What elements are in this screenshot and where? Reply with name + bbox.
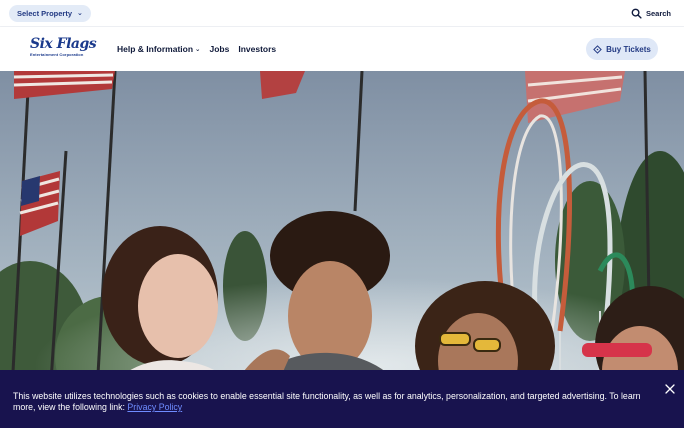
- close-icon[interactable]: [664, 383, 676, 395]
- nav-help-information[interactable]: Help & Information ⌄: [117, 44, 200, 54]
- cookie-message-text: This website utilizes technologies such …: [13, 391, 641, 412]
- cookie-message: This website utilizes technologies such …: [13, 391, 653, 413]
- search-button[interactable]: Search: [631, 7, 671, 20]
- buy-tickets-button[interactable]: Buy Tickets: [586, 38, 658, 60]
- six-flags-logo[interactable]: Six Flags Entertainment Corporation: [30, 37, 98, 59]
- cookie-banner: This website utilizes technologies such …: [0, 370, 684, 428]
- nav-investors-label: Investors: [238, 44, 277, 54]
- buy-tickets-label: Buy Tickets: [606, 44, 651, 54]
- nav-jobs[interactable]: Jobs: [209, 44, 229, 54]
- utility-bar: Select Property ⌄ Search: [0, 0, 684, 27]
- logo-subtitle: Entertainment Corporation: [30, 52, 84, 57]
- select-property-button[interactable]: Select Property ⌄: [9, 5, 91, 22]
- ticket-icon: [593, 44, 602, 54]
- search-label: Search: [645, 9, 671, 18]
- nav-investors[interactable]: Investors: [238, 44, 276, 54]
- nav-links: Help & Information ⌄ Jobs Investors: [117, 44, 276, 54]
- nav-jobs-label: Jobs: [209, 44, 230, 54]
- main-nav: Six Flags Entertainment Corporation Help…: [0, 27, 684, 71]
- privacy-policy-link[interactable]: Privacy Policy: [127, 402, 182, 412]
- search-icon: [631, 8, 642, 19]
- logo-wordmark: Six Flags: [30, 36, 97, 52]
- select-property-label: Select Property: [17, 9, 73, 18]
- chevron-down-icon: ⌄: [195, 46, 201, 53]
- chevron-down-icon: ⌄: [77, 10, 83, 17]
- nav-help-information-label: Help & Information: [117, 44, 194, 54]
